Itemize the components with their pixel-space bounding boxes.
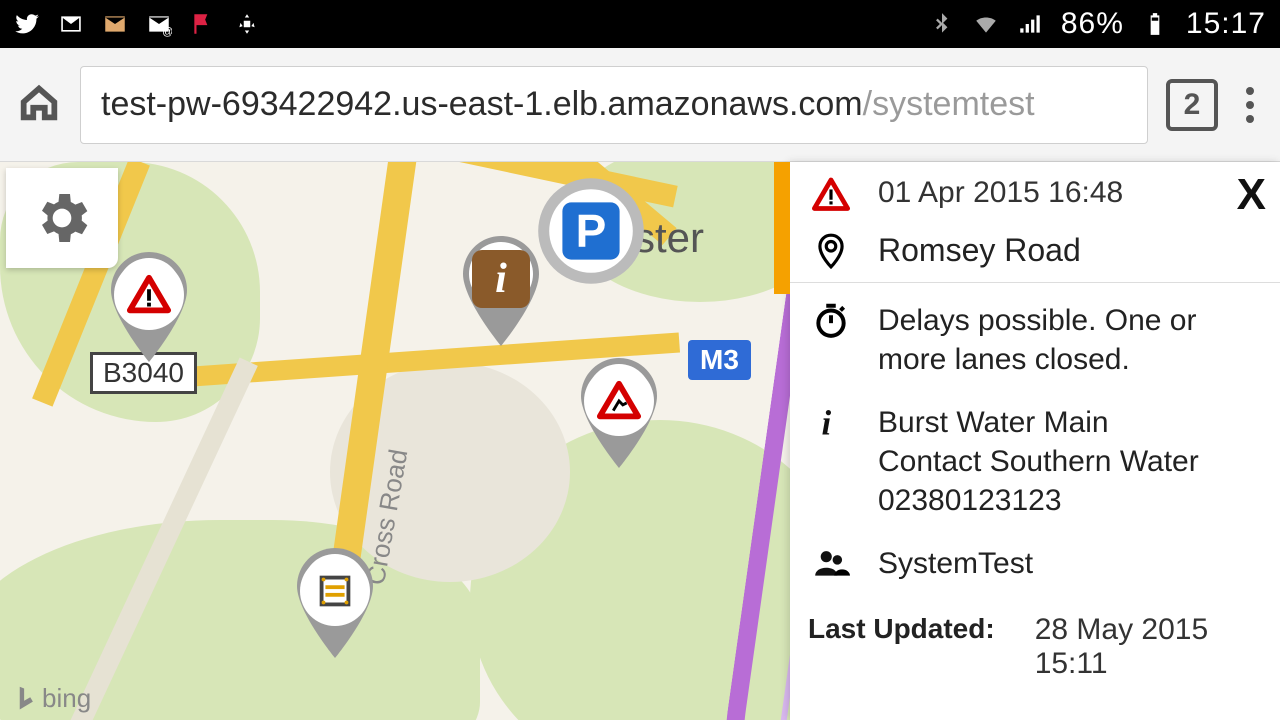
browser-menu-button[interactable]	[1236, 87, 1264, 123]
incident-severity-strip	[774, 162, 790, 294]
roadworks-triangle-icon	[596, 378, 642, 424]
info-sign-label: i	[495, 255, 507, 303]
svg-text:i: i	[822, 404, 832, 441]
map-pin-info[interactable]: i	[458, 236, 544, 346]
battery-percent: 86%	[1061, 7, 1124, 41]
incident-panel: X 01 Apr 2015 16:48 Romsey Road Delays p…	[790, 162, 1280, 720]
warning-triangle-icon	[808, 176, 854, 214]
signal-icon	[1017, 11, 1043, 37]
status-left: @	[14, 11, 260, 37]
map-attribution-text: bing	[42, 683, 91, 714]
incident-desc-line2: Contact Southern Water	[878, 442, 1262, 481]
incident-delay-text: Delays possible. One or more lanes close…	[878, 301, 1262, 379]
incident-desc-line3: 02380123123	[878, 481, 1262, 520]
gmail-icon	[58, 11, 84, 37]
incident-last-updated: Last Updated: 28 May 2015 15:11	[808, 607, 1262, 681]
mail-icon	[102, 11, 128, 37]
incident-panel-header: X 01 Apr 2015 16:48 Romsey Road	[790, 162, 1280, 283]
status-right: 86% 15:17	[929, 7, 1266, 41]
url-path: /systemtest	[863, 85, 1035, 124]
url-host: test-pw-693422942.us-east-1.elb.amazonaw…	[101, 85, 863, 124]
map-pin-roadworks[interactable]	[576, 358, 662, 468]
map-pin-parking[interactable]: P	[536, 176, 646, 286]
url-bar[interactable]: test-pw-693422942.us-east-1.elb.amazonaw…	[80, 66, 1148, 144]
close-button[interactable]: X	[1237, 170, 1266, 220]
tab-count: 2	[1184, 88, 1201, 122]
tab-count-button[interactable]: 2	[1166, 79, 1218, 131]
browser-toolbar: test-pw-693422942.us-east-1.elb.amazonaw…	[0, 48, 1280, 162]
people-icon	[808, 544, 854, 582]
info-italic-icon: i	[808, 403, 854, 441]
last-updated-date: 28 May 2015	[1035, 613, 1208, 647]
last-updated-time: 15:11	[1035, 647, 1208, 681]
bluetooth-icon	[929, 11, 955, 37]
android-status-bar: @ 86% 15:17	[0, 0, 1280, 48]
wifi-icon	[973, 11, 999, 37]
map-settings-button[interactable]	[6, 168, 118, 268]
incident-panel-body: Delays possible. One or more lanes close…	[790, 283, 1280, 681]
map-pin-warning-1[interactable]	[106, 252, 192, 362]
incident-description: Burst Water Main Contact Southern Water …	[878, 403, 1262, 520]
svg-text:@: @	[162, 26, 172, 37]
last-updated-label: Last Updated:	[808, 613, 995, 645]
incident-desc-line1: Burst Water Main	[878, 403, 1262, 442]
home-icon[interactable]	[16, 79, 62, 130]
twitter-icon	[14, 11, 40, 37]
motorway-shield-m3: M3	[688, 340, 751, 380]
stopwatch-icon	[808, 301, 854, 339]
parking-sign-label: P	[536, 204, 646, 258]
flag-icon	[190, 11, 216, 37]
sensor-icon	[312, 568, 358, 614]
battery-icon	[1142, 11, 1168, 37]
page-content: ster Cross Road B3040 M3 P i	[0, 162, 1280, 720]
gear-icon	[30, 186, 94, 250]
status-clock: 15:17	[1186, 7, 1266, 41]
incident-location: Romsey Road	[878, 232, 1081, 269]
recycle-icon	[234, 11, 260, 37]
incident-timestamp: 01 Apr 2015 16:48	[878, 176, 1123, 210]
incident-source: SystemTest	[878, 544, 1262, 583]
map-pin-sensor[interactable]	[292, 548, 378, 658]
bing-logo-icon	[14, 685, 36, 713]
location-pin-icon	[808, 232, 854, 270]
mail-at-icon: @	[146, 11, 172, 37]
warning-triangle-icon	[126, 272, 172, 318]
map-attribution: bing	[14, 683, 91, 714]
map-canvas[interactable]: ster Cross Road B3040 M3 P i	[0, 162, 790, 720]
